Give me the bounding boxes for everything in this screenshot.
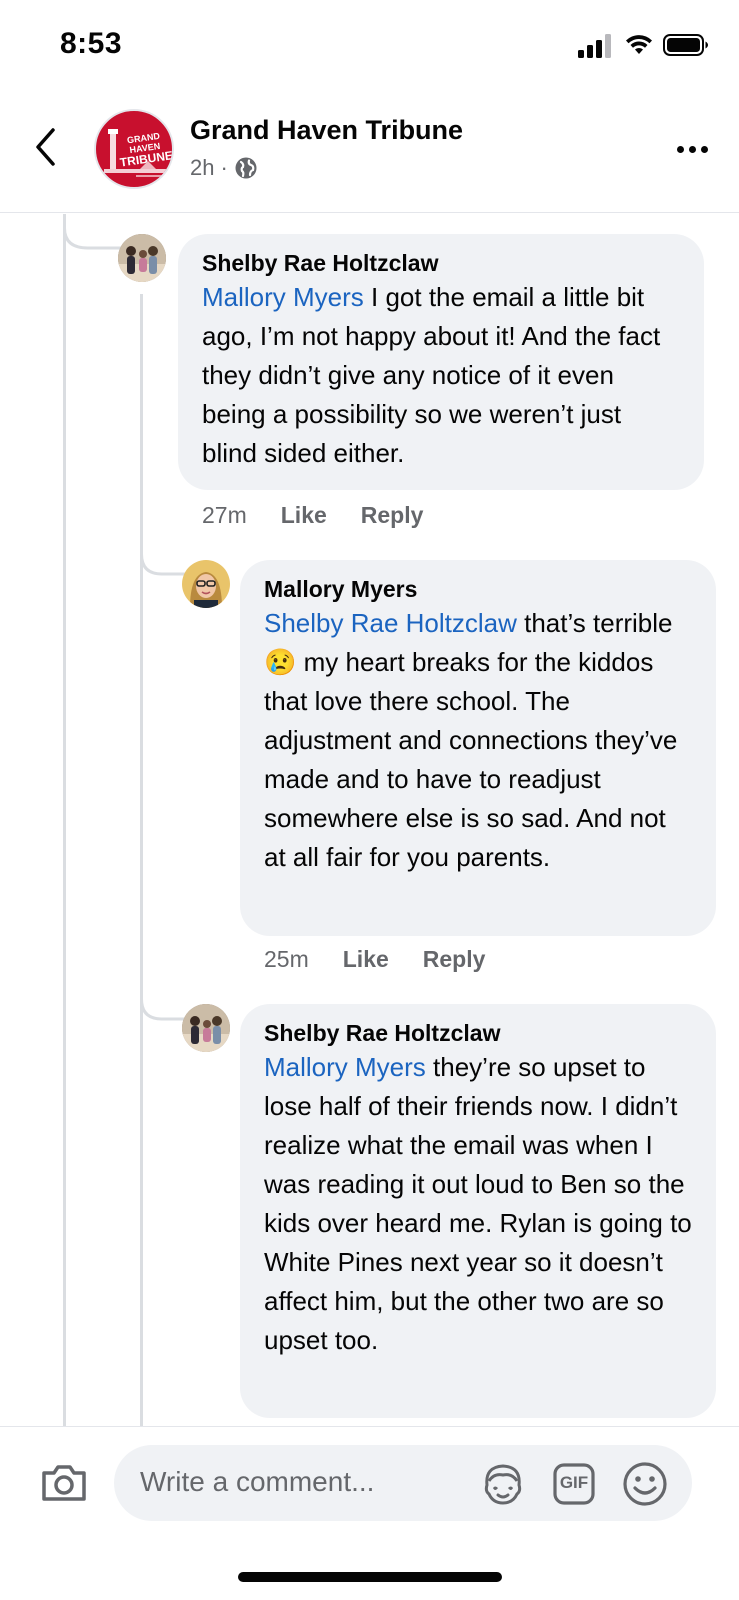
thread-curve bbox=[63, 214, 123, 250]
comment-actions: 27m Like Reply bbox=[202, 502, 423, 529]
comment-author[interactable]: Mallory Myers bbox=[264, 574, 692, 604]
comment-author[interactable]: Shelby Rae Holtzclaw bbox=[202, 248, 680, 278]
battery-icon bbox=[663, 34, 708, 56]
comment-body: my heart breaks for the kiddos that love… bbox=[264, 647, 678, 872]
comment-text: Mallory Myers I got the email a little b… bbox=[202, 278, 680, 473]
wifi-icon bbox=[626, 35, 652, 54]
globe-icon bbox=[235, 157, 257, 179]
post-age[interactable]: 2h bbox=[190, 155, 214, 181]
thread-line-outer bbox=[63, 214, 66, 1426]
page-logo-text: GRAND HAVEN TRIBUNE bbox=[116, 129, 172, 170]
comment-text: Shelby Rae Holtzclaw that’s terrible 😢 m… bbox=[264, 604, 692, 877]
meta-separator: · bbox=[220, 155, 228, 180]
comment-timestamp[interactable]: 27m bbox=[202, 502, 247, 529]
comment-placeholder: Write a comment... bbox=[140, 1466, 375, 1497]
family-photo-icon bbox=[182, 1004, 230, 1052]
avatar[interactable] bbox=[182, 1004, 230, 1052]
home-indicator[interactable] bbox=[238, 1572, 502, 1582]
more-options-button[interactable] bbox=[670, 135, 714, 163]
family-photo-icon bbox=[118, 234, 166, 282]
gif-button[interactable]: GIF bbox=[552, 1462, 596, 1506]
avatar[interactable] bbox=[118, 234, 166, 282]
comment-text: Mallory Myers they’re so upset to lose h… bbox=[264, 1048, 692, 1360]
thread-line-inner bbox=[140, 294, 143, 1426]
crying-face-emoji: 😢 bbox=[264, 647, 297, 677]
reply-button[interactable]: Reply bbox=[361, 502, 424, 529]
woman-photo-icon bbox=[182, 560, 230, 608]
emoji-icon[interactable] bbox=[622, 1461, 668, 1507]
comment-input[interactable]: Write a comment... GIF bbox=[114, 1445, 692, 1521]
more-dot-icon bbox=[700, 145, 708, 153]
comment-timestamp[interactable]: 25m bbox=[264, 946, 309, 973]
comment-bubble[interactable]: Shelby Rae Holtzclaw Mallory Myers I got… bbox=[178, 234, 704, 490]
back-button[interactable] bbox=[28, 125, 62, 169]
comment-author[interactable]: Shelby Rae Holtzclaw bbox=[264, 1018, 692, 1048]
avatar[interactable] bbox=[182, 560, 230, 608]
mention-link[interactable]: Mallory Myers bbox=[264, 1052, 426, 1082]
mention-link[interactable]: Shelby Rae Holtzclaw bbox=[264, 608, 517, 638]
cellular-signal-icon bbox=[578, 34, 611, 58]
comment-actions: 25m Like Reply bbox=[264, 946, 485, 973]
page-avatar[interactable]: GRAND HAVEN TRIBUNE bbox=[94, 109, 174, 189]
status-time: 8:53 bbox=[60, 27, 123, 60]
chevron-left-icon bbox=[36, 128, 55, 166]
status-bar: 8:53 bbox=[0, 0, 739, 90]
comment-body: they’re so upset to lose half of their f… bbox=[264, 1052, 692, 1355]
comment-body-start: that’s terrible bbox=[516, 608, 673, 638]
comment-composer: Write a comment... GIF bbox=[0, 1426, 739, 1536]
camera-icon[interactable] bbox=[40, 1463, 88, 1503]
avatar-sticker-icon[interactable] bbox=[480, 1461, 526, 1507]
mention-link[interactable]: Mallory Myers bbox=[202, 282, 364, 312]
reply-button[interactable]: Reply bbox=[423, 946, 486, 973]
like-button[interactable]: Like bbox=[343, 946, 389, 973]
page-name[interactable]: Grand Haven Tribune bbox=[190, 115, 463, 146]
more-dot-icon bbox=[676, 145, 684, 153]
post-meta: 2h · bbox=[190, 155, 258, 181]
comment-bubble[interactable]: Shelby Rae Holtzclaw Mallory Myers they’… bbox=[240, 1004, 716, 1418]
like-button[interactable]: Like bbox=[281, 502, 327, 529]
gif-label: GIF bbox=[559, 1473, 589, 1492]
more-dot-icon bbox=[688, 145, 696, 153]
post-header: GRAND HAVEN TRIBUNE Grand Haven Tribune … bbox=[0, 95, 739, 213]
comment-bubble[interactable]: Mallory Myers Shelby Rae Holtzclaw that’… bbox=[240, 560, 716, 936]
